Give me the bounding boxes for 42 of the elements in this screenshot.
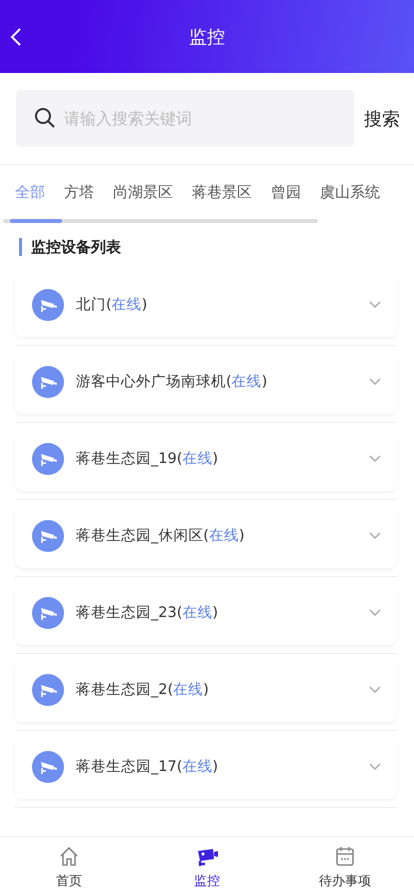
device-item[interactable]: 游客中心外广场南球机(在线) bbox=[15, 349, 397, 414]
category-tab[interactable]: 蒋巷景区 bbox=[185, 182, 259, 202]
device-name: 蒋巷生态园_2(在线) bbox=[76, 681, 210, 699]
device-name: 蒋巷生态园_19(在线) bbox=[76, 450, 220, 468]
camera-icon bbox=[32, 674, 64, 706]
device-item[interactable]: 蒋巷生态园_17(在线) bbox=[15, 734, 397, 799]
category-tab[interactable]: 曾园 bbox=[264, 182, 308, 202]
search-button[interactable]: 搜索 bbox=[364, 106, 400, 130]
device-name: 北门(在线) bbox=[76, 296, 148, 314]
device-name: 蒋巷生态园_17(在线) bbox=[76, 758, 220, 776]
accent-bar bbox=[19, 238, 22, 256]
device-name: 蒋巷生态园_23(在线) bbox=[76, 604, 220, 622]
scroll-thumb bbox=[10, 219, 62, 223]
chevron-icon bbox=[369, 686, 381, 694]
device-item[interactable]: 蒋巷生态园_休闲区(在线) bbox=[15, 503, 397, 568]
camera-icon bbox=[32, 750, 64, 782]
category-tab[interactable]: 虞山系统 bbox=[313, 182, 387, 202]
chevron-icon bbox=[369, 532, 381, 540]
chevron-icon bbox=[369, 608, 381, 616]
page-title: 监控 bbox=[189, 26, 225, 48]
category-tab[interactable]: 方塔 bbox=[57, 182, 101, 202]
chevron-icon bbox=[369, 454, 381, 462]
nav-tab[interactable]: 首页 bbox=[0, 837, 138, 896]
chevron-icon bbox=[369, 300, 381, 308]
nav-tab[interactable]: 监控 bbox=[138, 837, 276, 896]
device-item[interactable]: 蒋巷生态园_23(在线) bbox=[15, 580, 397, 645]
device-name: 游客中心外广场南球机(在线) bbox=[76, 372, 268, 391]
camera-icon bbox=[32, 596, 64, 628]
category-tab[interactable]: 尚湖景区 bbox=[106, 182, 180, 202]
nav-tab[interactable]: 待办事项 bbox=[276, 837, 414, 896]
device-item[interactable]: 蒋巷生态园_2(在线) bbox=[15, 657, 397, 722]
device-item[interactable]: 北门(在线) bbox=[15, 272, 397, 337]
chevron-icon bbox=[369, 762, 381, 770]
camera-icon bbox=[32, 288, 64, 320]
chevron-icon bbox=[369, 378, 381, 386]
device-item[interactable]: 蒋巷生态园_19(在线) bbox=[15, 426, 397, 491]
camera-icon bbox=[32, 442, 64, 474]
search-field[interactable]: 请输入搜索关键词 bbox=[16, 90, 354, 147]
camera-icon bbox=[32, 366, 64, 398]
camera-icon bbox=[32, 520, 64, 552]
section-title: 监控设备列表 bbox=[31, 238, 121, 256]
device-name: 蒋巷生态园_休闲区(在线) bbox=[76, 527, 246, 545]
